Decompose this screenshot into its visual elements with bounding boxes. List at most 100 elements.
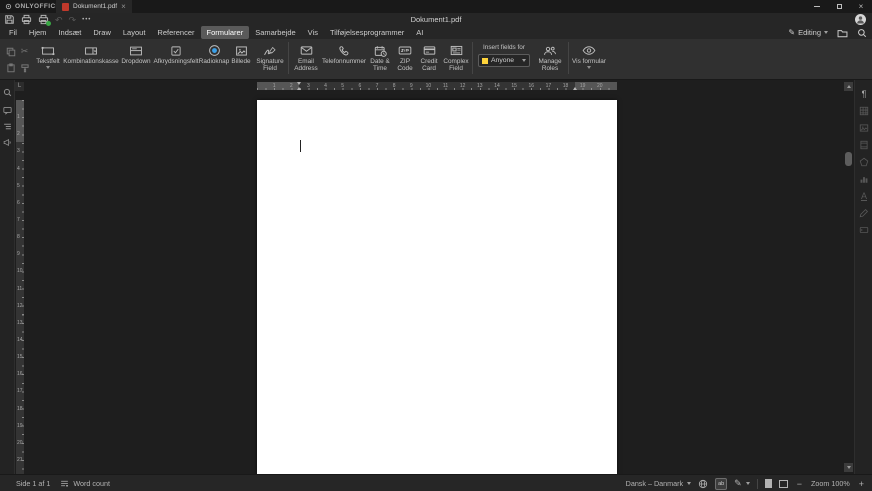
role-select[interactable]: Anyone: [478, 54, 530, 67]
combo-box-button[interactable]: Kombinationskasse: [63, 42, 119, 65]
left-indent-marker[interactable]: [297, 87, 301, 90]
dropdown-field-button[interactable]: Dropdown: [120, 42, 152, 65]
open-file-location-icon[interactable]: [837, 28, 848, 38]
radio-button-field-button[interactable]: Radioknap: [200, 42, 228, 65]
scrollbar-thumb[interactable]: [845, 152, 852, 166]
ruler-number: 11: [442, 83, 450, 89]
text-field-button[interactable]: Tekstfelt: [34, 42, 62, 69]
editing-mode-dropdown[interactable]: ✎ Editing: [788, 28, 828, 37]
document-page[interactable]: [257, 100, 617, 474]
horizontal-ruler[interactable]: 1234567891011121314151617181920: [257, 82, 617, 90]
ruler-number: 14: [17, 337, 23, 343]
ruler-number: 8: [390, 83, 398, 89]
tab-close-icon[interactable]: ×: [121, 0, 126, 13]
vertical-ruler[interactable]: 123456789101112131415161718192021: [16, 100, 24, 474]
date-time-button[interactable]: Date & Time: [367, 42, 393, 72]
table-settings-button[interactable]: [858, 105, 870, 117]
arrow-down-icon: [847, 466, 851, 469]
document-tab[interactable]: Dokument1.pdf ×: [56, 0, 132, 13]
onlyoffice-gear-icon: [5, 3, 12, 10]
ink-tool-dropdown[interactable]: ✎: [734, 478, 750, 489]
manage-roles-button[interactable]: Manage Roles: [534, 42, 566, 72]
credit-card-label: Credit Card: [417, 58, 441, 72]
tab-vis[interactable]: Vis: [302, 26, 324, 39]
quick-access-toolbar: ↶ ↷ •••: [4, 13, 91, 26]
document-language-globe-icon[interactable]: [698, 479, 708, 489]
pen-icon: [859, 208, 869, 218]
credit-card-button[interactable]: Credit Card: [417, 42, 441, 72]
word-count-button[interactable]: Word count: [60, 479, 110, 488]
scroll-up-button[interactable]: [844, 82, 853, 91]
chevron-down-icon: [824, 31, 828, 34]
comments-button[interactable]: [2, 105, 13, 116]
right-indent-marker[interactable]: [573, 87, 577, 90]
copy-button[interactable]: [4, 44, 17, 59]
undo-icon[interactable]: ↶: [55, 15, 63, 25]
image-field-button[interactable]: Billede: [229, 42, 253, 65]
copy-icon: [6, 47, 16, 57]
form-fields-row: Tekstfelt Kombinationskasse Dropdown Afk…: [34, 42, 607, 78]
tab-indsaet[interactable]: Indsæt: [52, 26, 87, 39]
tab-formularer[interactable]: Formularer: [201, 26, 250, 39]
shape-settings-button[interactable]: [858, 156, 870, 168]
fit-width-button[interactable]: [779, 480, 788, 488]
zoom-level-label[interactable]: Zoom 100%: [811, 479, 850, 488]
chart-settings-button[interactable]: [858, 173, 870, 185]
zoom-in-button[interactable]: +: [857, 479, 866, 489]
print-icon[interactable]: [21, 14, 32, 25]
more-actions-icon[interactable]: •••: [82, 17, 91, 23]
zoom-out-button[interactable]: −: [795, 479, 804, 489]
complex-field-label: Complex Field: [442, 58, 470, 72]
checkbox-field-button[interactable]: Afkrydsningsfelt: [153, 42, 199, 65]
save-icon[interactable]: [4, 14, 15, 25]
tab-hjem[interactable]: Hjem: [23, 26, 53, 39]
tab-samarbejde[interactable]: Samarbejde: [249, 26, 301, 39]
tab-referencer[interactable]: Referencer: [151, 26, 200, 39]
headerfooter-settings-button[interactable]: [858, 139, 870, 151]
window-minimize-button[interactable]: [806, 0, 828, 13]
ruler-number: 5: [339, 83, 347, 89]
cut-button[interactable]: ✂: [18, 44, 31, 59]
form-settings-button[interactable]: [858, 224, 870, 236]
text-cursor: [300, 140, 301, 152]
feedback-button[interactable]: [2, 137, 13, 148]
zip-code-button[interactable]: ZIP Code: [394, 42, 416, 72]
tab-tilfojelsesprogrammer[interactable]: Tilføjelsesprogrammer: [324, 26, 410, 39]
quick-print-button[interactable]: [38, 14, 49, 25]
tab-ai[interactable]: AI: [410, 26, 429, 39]
scroll-down-button[interactable]: [844, 463, 853, 472]
language-selector[interactable]: Dansk – Danmark: [626, 479, 692, 488]
window-maximize-button[interactable]: [828, 0, 850, 13]
fit-page-button[interactable]: [765, 479, 772, 488]
textart-settings-button[interactable]: A: [858, 190, 870, 202]
ruler-number: 12: [459, 83, 467, 89]
tab-layout[interactable]: Layout: [117, 26, 152, 39]
paste-button[interactable]: [4, 60, 17, 75]
ruler-number: 19: [17, 423, 23, 429]
image-settings-button[interactable]: [858, 122, 870, 134]
tab-draw[interactable]: Draw: [87, 26, 117, 39]
vertical-scrollbar[interactable]: [844, 80, 853, 474]
user-avatar[interactable]: [855, 14, 866, 25]
redo-icon[interactable]: ↷: [69, 15, 77, 25]
search-icon[interactable]: [857, 28, 867, 38]
navigation-headings-button[interactable]: [2, 121, 13, 132]
page-indicator[interactable]: Side 1 af 1: [16, 479, 50, 488]
find-button[interactable]: [2, 87, 13, 98]
window-close-button[interactable]: ×: [850, 0, 872, 13]
first-line-indent-marker[interactable]: [297, 82, 301, 85]
tab-fil[interactable]: Fil: [3, 26, 23, 39]
view-form-button[interactable]: Vis formular: [571, 42, 607, 69]
eye-icon: [582, 45, 596, 56]
spell-check-toggle[interactable]: ab: [715, 478, 727, 490]
signature-settings-button[interactable]: [858, 207, 870, 219]
paragraph-settings-button[interactable]: ¶: [858, 88, 870, 100]
email-address-button[interactable]: Email Address: [291, 42, 321, 72]
complex-field-button[interactable]: Complex Field: [442, 42, 470, 72]
signature-field-button[interactable]: Signature Field: [254, 42, 286, 72]
ruler-number: 6: [17, 200, 20, 206]
copy-style-button[interactable]: [18, 60, 31, 75]
tab-stop-selector[interactable]: L: [15, 82, 24, 91]
phone-number-button[interactable]: Telefonnummer: [322, 42, 366, 65]
workspace: L 1234567891011121314151617181920 123456…: [0, 80, 872, 474]
